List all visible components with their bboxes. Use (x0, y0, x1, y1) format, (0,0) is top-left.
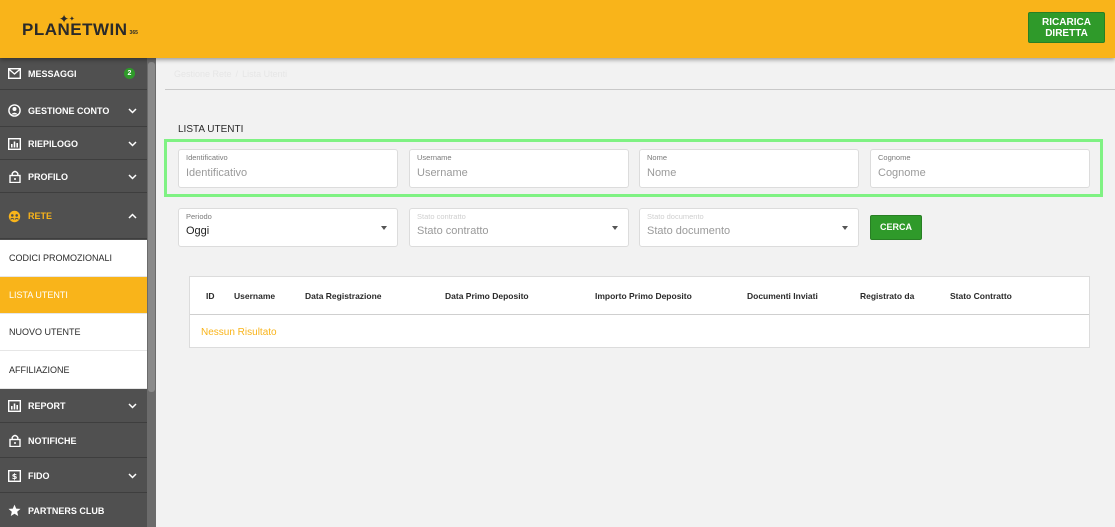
chevron-up-icon (125, 213, 139, 219)
chart-icon (8, 137, 21, 150)
user-circle-icon (8, 104, 21, 117)
username-label: Username (417, 153, 452, 162)
sidebar-subitem-label: CODICI PROMOZIONALI (9, 253, 113, 263)
recharge-label-line1: RICARICA (1042, 17, 1091, 28)
stato-contratto-label: Stato contratto (417, 212, 466, 221)
network-icon (8, 210, 21, 223)
main-content: Gestione Rete / Lista Utenti LISTA UTENTI … (156, 58, 1115, 527)
periodo-value: Oggi (186, 225, 210, 237)
sidebar-subitem-nuovo-utente[interactable]: NUOVO UTENTE (0, 314, 147, 351)
column-header-data-primo-deposito[interactable]: Data Primo Deposito (445, 291, 529, 301)
sidebar-item-messaggi[interactable]: MESSAGGI 2 (0, 58, 147, 90)
chevron-down-icon (125, 173, 139, 180)
column-header-stato-contratto[interactable]: Stato Contratto (950, 291, 1012, 301)
identificativo-label: Identificativo (186, 153, 228, 162)
sidebar-item-label: RIEPILOGO (28, 138, 79, 149)
sidebar-item-label: FIDO (28, 470, 50, 481)
sidebar-item-rete[interactable]: RETE (0, 194, 147, 239)
chevron-down-icon (125, 140, 139, 147)
sidebar: MESSAGGI 2 GESTIONE CONTO RIEPILOGO PROF… (0, 58, 156, 527)
sidebar-item-report[interactable]: REPORT (0, 390, 147, 423)
cognome-field[interactable]: Cognome (870, 149, 1090, 188)
table-header: ID Username Data Registrazione Data Prim… (190, 277, 1089, 315)
planetwin-logo[interactable]: PLANETWIN 365 ✦ ✦ (22, 13, 138, 43)
column-header-documenti-inviati[interactable]: Documenti Inviati (747, 291, 818, 301)
breadcrumb-divider (165, 89, 1115, 90)
search-button[interactable]: CERCA (870, 215, 922, 240)
svg-text:$: $ (12, 472, 18, 481)
column-header-data-registrazione[interactable]: Data Registrazione (305, 291, 382, 301)
periodo-label: Periodo (186, 212, 212, 221)
column-header-username[interactable]: Username (234, 291, 275, 301)
stato-documento-value: Stato documento (647, 225, 731, 237)
chevron-down-icon (125, 472, 139, 479)
sidebar-item-label: MESSAGGI (28, 68, 77, 79)
lock-icon (8, 170, 21, 183)
breadcrumb: Gestione Rete / Lista Utenti (174, 69, 287, 79)
breadcrumb-current: Lista Utenti (242, 69, 288, 79)
cognome-label: Cognome (878, 153, 911, 162)
breadcrumb-separator: / (235, 69, 239, 79)
identificativo-input[interactable] (186, 167, 386, 179)
chart-icon (8, 400, 21, 413)
stato-contratto-select[interactable]: Stato contratto Stato contratto (409, 208, 629, 247)
nome-input[interactable] (647, 167, 847, 179)
sidebar-subitem-label: LISTA UTENTI (9, 290, 68, 300)
sparkle-icon: ✦ (59, 12, 70, 26)
dropdown-caret-icon (612, 226, 618, 230)
empty-results-message: Nessun Risultato (201, 327, 277, 338)
sidebar-subitem-label: NUOVO UTENTE (9, 327, 81, 337)
dropdown-caret-icon (381, 226, 387, 230)
envelope-icon (8, 67, 21, 80)
breadcrumb-root[interactable]: Gestione Rete (174, 69, 232, 79)
sidebar-item-riepilogo[interactable]: RIEPILOGO (0, 128, 147, 160)
stato-contratto-value: Stato contratto (417, 225, 489, 237)
sidebar-item-label: PROFILO (28, 171, 68, 182)
column-header-importo-primo-deposito[interactable]: Importo Primo Deposito (595, 291, 692, 301)
identificativo-field[interactable]: Identificativo (178, 149, 398, 188)
sidebar-item-partners-club[interactable]: PARTNERS CLUB (0, 494, 147, 527)
sidebar-subitem-codici-promozionali[interactable]: CODICI PROMOZIONALI (0, 240, 147, 277)
stato-documento-select[interactable]: Stato documento Stato documento (639, 208, 859, 247)
username-input[interactable] (417, 167, 617, 179)
sparkle-small-icon: ✦ (69, 16, 75, 23)
chevron-down-icon (125, 403, 139, 409)
sidebar-item-label: RETE (28, 211, 53, 221)
column-header-id[interactable]: ID (206, 291, 215, 301)
sidebar-item-label: REPORT (28, 401, 66, 411)
sidebar-item-gestione-conto[interactable]: GESTIONE CONTO (0, 95, 147, 127)
recharge-label-line2: DIRETTA (1045, 28, 1088, 39)
sidebar-item-label: NOTIFICHE (28, 435, 77, 446)
nome-field[interactable]: Nome (639, 149, 859, 188)
stato-documento-label: Stato documento (647, 212, 704, 221)
sidebar-item-label: GESTIONE CONTO (28, 105, 110, 116)
sidebar-subitem-lista-utenti[interactable]: LISTA UTENTI (0, 277, 147, 314)
sidebar-subitem-affiliazione[interactable]: AFFILIAZIONE (0, 351, 147, 389)
periodo-select[interactable]: Periodo Oggi (178, 208, 398, 247)
users-table: ID Username Data Registrazione Data Prim… (189, 276, 1090, 348)
sidebar-item-fido[interactable]: $ FIDO (0, 459, 147, 493)
dropdown-caret-icon (842, 226, 848, 230)
recharge-button[interactable]: RICARICA DIRETTA (1028, 12, 1105, 43)
logo-sup: 365 (129, 30, 138, 36)
sidebar-scrollbar-thumb[interactable] (148, 62, 155, 392)
star-icon (8, 504, 21, 517)
lock-icon (8, 434, 21, 447)
top-header: PLANETWIN 365 ✦ ✦ RICARICA DIRETTA (0, 0, 1115, 58)
sidebar-scrollbar[interactable] (147, 58, 156, 527)
sidebar-item-profilo[interactable]: PROFILO (0, 161, 147, 193)
username-field[interactable]: Username (409, 149, 629, 188)
nome-label: Nome (647, 153, 668, 162)
cognome-input[interactable] (878, 167, 1078, 179)
messages-count-badge: 2 (124, 68, 135, 79)
column-header-registrato-da[interactable]: Registrato da (860, 291, 914, 301)
sidebar-item-label: PARTNERS CLUB (28, 505, 105, 516)
sidebar-subitem-label: AFFILIAZIONE (9, 364, 70, 375)
money-icon: $ (8, 469, 21, 482)
sidebar-item-notifiche[interactable]: NOTIFICHE (0, 424, 147, 458)
page-title: LISTA UTENTI (178, 124, 244, 135)
chevron-down-icon (125, 107, 139, 114)
